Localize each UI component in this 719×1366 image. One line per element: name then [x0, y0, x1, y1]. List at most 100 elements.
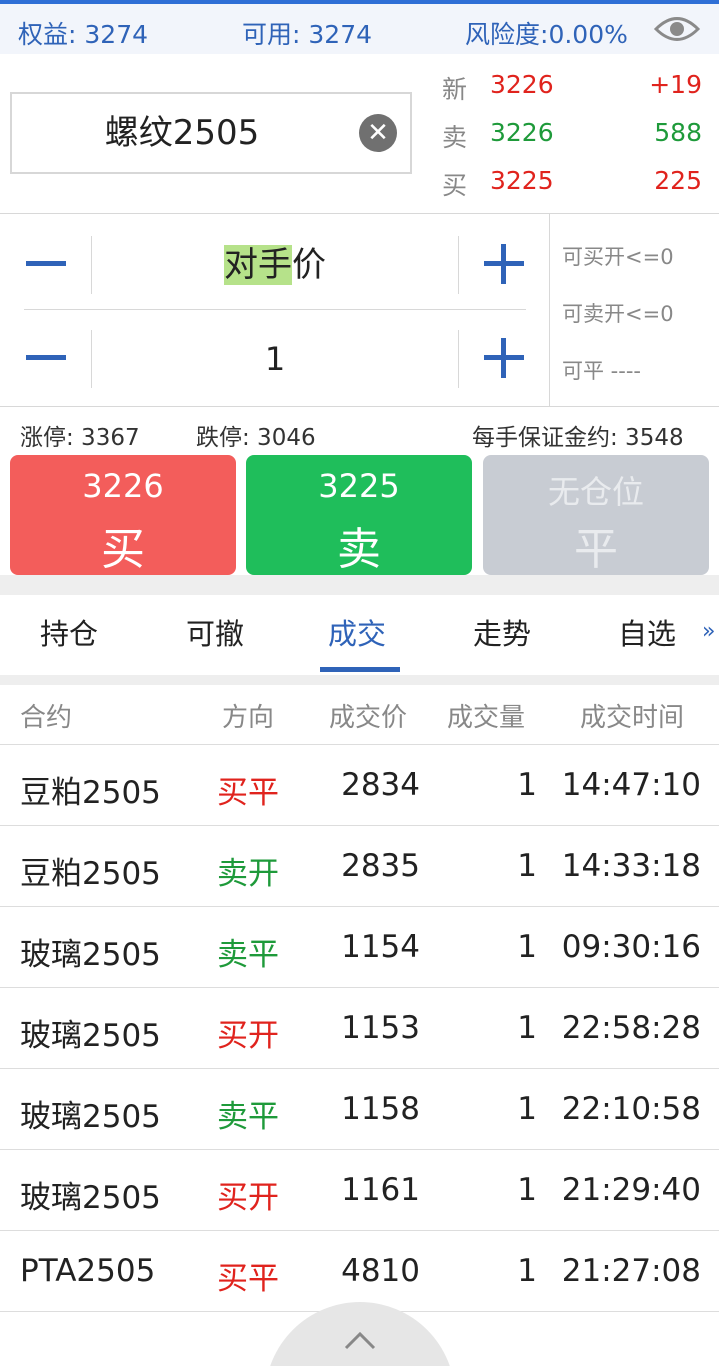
- can-close-text: 可平 ----: [562, 359, 641, 383]
- price-type-highlight: 对手: [224, 245, 292, 285]
- trade-contract: 玻璃2505: [20, 1099, 161, 1135]
- section-separator: [0, 675, 719, 685]
- trade-price: 1154: [341, 929, 420, 965]
- divider: [0, 406, 719, 407]
- trade-volume: 1: [517, 1010, 537, 1046]
- trade-volume: 1: [517, 929, 537, 965]
- risk-value: 0.00%: [548, 20, 628, 49]
- limit-up-text: 涨停: 3367: [20, 425, 140, 451]
- price-decrease-button[interactable]: [16, 234, 76, 294]
- close-status: 无仓位: [547, 473, 644, 511]
- available-value: 3274: [308, 20, 373, 49]
- close-label: 平: [574, 524, 618, 575]
- equity-label: 权益:: [18, 20, 77, 49]
- quantity-increase-button[interactable]: [474, 328, 534, 388]
- quote-bid-price: 3225: [490, 166, 554, 195]
- header-direction: 方向: [222, 703, 275, 733]
- trade-price: 2835: [341, 848, 420, 884]
- quantity-field[interactable]: 1: [92, 330, 458, 388]
- trade-volume: 1: [517, 767, 537, 803]
- divider: [458, 236, 459, 294]
- divider: [549, 214, 550, 406]
- trade-price: 1161: [341, 1172, 420, 1208]
- trade-direction: 买开: [217, 1018, 279, 1054]
- equity-text: 权益: 3274: [18, 15, 148, 51]
- available-label: 可用:: [242, 20, 301, 49]
- trade-time: 21:29:40: [561, 1172, 701, 1208]
- quote-last: 新 3226 +19: [442, 70, 702, 104]
- tab-watchlist[interactable]: 自选: [618, 611, 676, 653]
- sell-button[interactable]: 3225 卖: [246, 455, 472, 575]
- tab-cancellable[interactable]: 可撤: [186, 611, 244, 653]
- tab-positions[interactable]: 持仓: [40, 611, 98, 653]
- trade-volume: 1: [517, 1253, 537, 1289]
- header-volume: 成交量: [447, 703, 526, 733]
- trade-volume: 1: [517, 1172, 537, 1208]
- buy-price: 3226: [82, 467, 164, 505]
- risk-label: 风险度:: [465, 20, 549, 49]
- trade-contract: 豆粕2505: [20, 775, 161, 811]
- tab-trades[interactable]: 成交: [328, 611, 386, 653]
- table-row[interactable]: 豆粕2505 买平 2834 1 14:47:10: [0, 744, 719, 825]
- header-time: 成交时间: [580, 703, 685, 733]
- price-increase-button[interactable]: [474, 234, 534, 294]
- sell-label: 卖: [337, 524, 381, 575]
- contract-selector[interactable]: 螺纹2505 ✕: [10, 92, 412, 174]
- close-circle-icon[interactable]: ✕: [359, 114, 397, 152]
- trade-time: 22:58:28: [561, 1010, 701, 1046]
- quantity-decrease-button[interactable]: [16, 328, 76, 388]
- quote-bid-label: 买: [442, 171, 468, 200]
- trade-contract: PTA2505: [20, 1253, 156, 1289]
- equity-value: 3274: [84, 20, 149, 49]
- table-row[interactable]: 玻璃2505 买开 1161 1 21:29:40: [0, 1149, 719, 1230]
- trade-direction: 买开: [217, 1180, 279, 1216]
- trade-volume: 1: [517, 1091, 537, 1127]
- quote-ask-price: 3226: [490, 118, 554, 147]
- trade-time: 14:47:10: [561, 767, 701, 803]
- account-summary-bar: 权益: 3274 可用: 3274 风险度:0.00%: [0, 4, 719, 54]
- quote-ask-volume: 588: [654, 118, 702, 147]
- trade-price: 1153: [341, 1010, 420, 1046]
- trade-direction: 买平: [217, 1261, 279, 1297]
- quote-last-price: 3226: [490, 70, 554, 99]
- margin-text: 每手保证金约: 3548: [472, 425, 684, 451]
- buy-button[interactable]: 3226 买: [10, 455, 236, 575]
- trade-time: 22:10:58: [561, 1091, 701, 1127]
- table-row[interactable]: 玻璃2505 买开 1153 1 22:58:28: [0, 987, 719, 1068]
- table-row[interactable]: 玻璃2505 卖平 1154 1 09:30:16: [0, 906, 719, 987]
- trade-price: 2834: [341, 767, 420, 803]
- trade-contract: 豆粕2505: [20, 856, 161, 892]
- table-row[interactable]: 玻璃2505 卖平 1158 1 22:10:58: [0, 1068, 719, 1149]
- quote-ask: 卖 3226 588: [442, 118, 702, 152]
- price-type-field[interactable]: 对手价: [92, 236, 458, 294]
- trade-price: 4810: [341, 1253, 420, 1289]
- trade-direction: 卖平: [217, 1099, 279, 1135]
- section-separator: [0, 575, 719, 595]
- trade-contract: 玻璃2505: [20, 937, 161, 973]
- more-tabs-icon[interactable]: »: [702, 619, 715, 644]
- trade-contract: 玻璃2505: [20, 1180, 161, 1216]
- contract-name[interactable]: 螺纹2505: [12, 94, 352, 172]
- trade-volume: 1: [517, 848, 537, 884]
- chevron-up-icon: [344, 1331, 376, 1350]
- header-contract: 合约: [20, 703, 73, 733]
- tab-trend[interactable]: 走势: [473, 611, 531, 653]
- close-position-button[interactable]: 无仓位 平: [483, 455, 709, 575]
- trade-direction: 卖开: [217, 856, 279, 892]
- trade-direction: 卖平: [217, 937, 279, 973]
- quote-bid: 买 3225 225: [442, 166, 702, 200]
- table-row[interactable]: PTA2505 买平 4810 1 21:27:08: [0, 1230, 719, 1311]
- trade-contract: 玻璃2505: [20, 1018, 161, 1054]
- trade-time: 14:33:18: [561, 848, 701, 884]
- trade-direction: 买平: [217, 775, 279, 811]
- divider: [458, 330, 459, 388]
- quote-last-change: +19: [649, 70, 702, 99]
- divider: [0, 213, 719, 214]
- eye-icon[interactable]: [654, 12, 700, 46]
- quote-ask-label: 卖: [442, 123, 468, 152]
- sell-price: 3225: [318, 467, 400, 505]
- trade-price: 1158: [341, 1091, 420, 1127]
- tab-bar: 持仓 可撤 成交 走势 自选 »: [0, 595, 719, 675]
- trade-time: 21:27:08: [561, 1253, 701, 1289]
- table-row[interactable]: 豆粕2505 卖开 2835 1 14:33:18: [0, 825, 719, 906]
